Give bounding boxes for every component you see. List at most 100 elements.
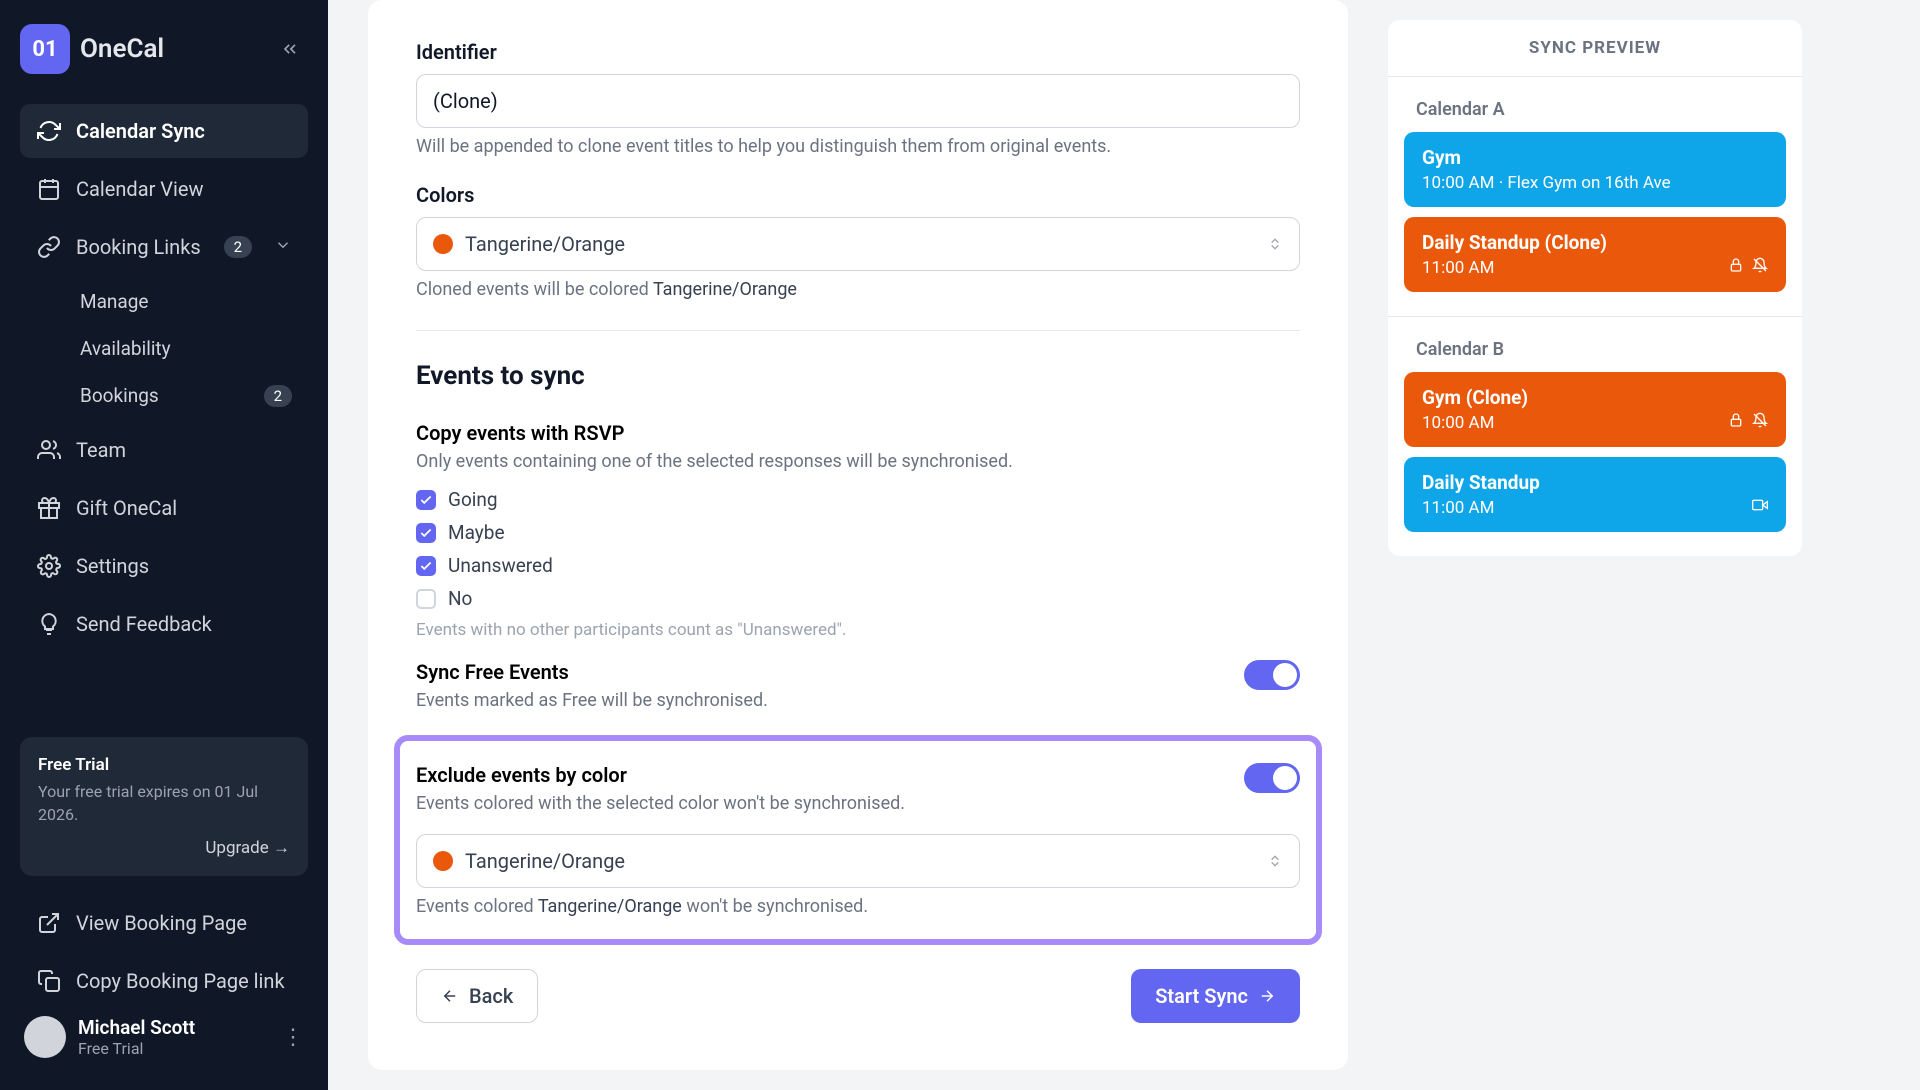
color-dot-icon — [433, 234, 453, 254]
sync-icon — [36, 118, 62, 144]
checkbox-maybe[interactable] — [416, 523, 436, 543]
gear-icon — [36, 553, 62, 579]
event-title: Gym (Clone) — [1422, 386, 1768, 409]
exclude-highlight-box: Exclude events by color Events colored w… — [394, 735, 1322, 945]
sidebar-item-bookings[interactable]: Bookings 2 — [64, 372, 308, 419]
sidebar-item-team[interactable]: Team — [20, 423, 308, 477]
identifier-input[interactable] — [416, 74, 1300, 128]
calendar-b-label: Calendar B — [1404, 331, 1786, 372]
calendar-a-label: Calendar A — [1404, 91, 1786, 132]
sidebar-item-settings[interactable]: Settings — [20, 539, 308, 593]
sidebar-item-calendar-view[interactable]: Calendar View — [20, 162, 308, 216]
app-logo[interactable]: 01 OneCal — [20, 24, 164, 74]
identifier-label: Identifier — [416, 40, 1300, 64]
exclude-color-value: Tangerine/Orange — [465, 849, 625, 873]
checkbox-no[interactable] — [416, 589, 436, 609]
bell-off-icon — [1752, 257, 1768, 278]
sidebar-item-label: Send Feedback — [76, 612, 212, 636]
logo-badge: 01 — [20, 24, 70, 74]
user-row[interactable]: Michael Scott Free Trial ⋮ — [20, 1008, 308, 1066]
sidebar-item-label: Calendar View — [76, 177, 204, 201]
checkbox-label: Maybe — [448, 521, 505, 544]
lightbulb-icon — [36, 611, 62, 637]
identifier-help: Will be appended to clone event titles t… — [416, 136, 1300, 157]
exclude-help: Events colored Tangerine/Orange won't be… — [416, 896, 1300, 917]
copy-icon — [36, 968, 62, 994]
event-time: 10:00 AM — [1422, 413, 1768, 433]
updown-chevron-icon — [1267, 234, 1283, 254]
gift-icon — [36, 495, 62, 521]
sidebar-item-calendar-sync[interactable]: Calendar Sync — [20, 104, 308, 158]
bell-off-icon — [1752, 412, 1768, 433]
exclude-color-select[interactable]: Tangerine/Orange — [416, 834, 1300, 888]
colors-help: Cloned events will be colored Tangerine/… — [416, 279, 1300, 300]
chevron-left-icon — [280, 39, 300, 59]
event-time: 11:00 AM — [1422, 498, 1768, 518]
preview-event: Daily Standup 11:00 AM — [1404, 457, 1786, 532]
sync-free-toggle[interactable] — [1244, 660, 1300, 690]
preview-event: Gym 10:00 AM · Flex Gym on 16th Ave — [1404, 132, 1786, 207]
sidebar-item-gift[interactable]: Gift OneCal — [20, 481, 308, 535]
events-section-title: Events to sync — [416, 361, 1300, 391]
sidebar-item-label: Bookings — [80, 384, 159, 407]
sidebar-item-feedback[interactable]: Send Feedback — [20, 597, 308, 651]
exclude-label: Exclude events by color — [416, 763, 1224, 787]
avatar — [24, 1016, 66, 1058]
preview-event: Gym (Clone) 10:00 AM — [1404, 372, 1786, 447]
start-sync-button[interactable]: Start Sync — [1131, 969, 1300, 1023]
sidebar-collapse-button[interactable] — [272, 31, 308, 67]
sidebar: 01 OneCal Calendar Sync Calendar View Bo… — [0, 0, 328, 1090]
sidebar-item-label: Manage — [80, 290, 149, 313]
sidebar-item-availability[interactable]: Availability — [64, 325, 308, 372]
view-booking-page-link[interactable]: View Booking Page — [20, 896, 308, 950]
sidebar-item-label: Calendar Sync — [76, 119, 205, 143]
updown-chevron-icon — [1267, 851, 1283, 871]
trial-desc: Your free trial expires on 01 Jul 2026. — [38, 781, 290, 826]
sidebar-item-label: Booking Links — [76, 235, 201, 259]
colors-value: Tangerine/Orange — [465, 232, 625, 256]
arrow-left-icon — [441, 987, 459, 1005]
colors-label: Colors — [416, 183, 1300, 207]
colors-select[interactable]: Tangerine/Orange — [416, 217, 1300, 271]
calendar-icon — [36, 176, 62, 202]
lock-icon — [1728, 412, 1744, 433]
copy-booking-link[interactable]: Copy Booking Page link — [20, 954, 308, 1008]
checkbox-label: Going — [448, 488, 498, 511]
sidebar-item-label: Team — [76, 438, 126, 462]
sidebar-item-manage[interactable]: Manage — [64, 278, 308, 325]
sidebar-badge: 2 — [224, 236, 252, 258]
sync-free-label: Sync Free Events — [416, 660, 1224, 684]
checkbox-label: No — [448, 587, 472, 610]
trial-title: Free Trial — [38, 755, 290, 775]
exclude-toggle[interactable] — [1244, 763, 1300, 793]
event-time: 10:00 AM · Flex Gym on 16th Ave — [1422, 173, 1768, 193]
rsvp-desc: Only events containing one of the select… — [416, 451, 1300, 472]
checkbox-going[interactable] — [416, 490, 436, 510]
checkbox-unanswered[interactable] — [416, 556, 436, 576]
user-name: Michael Scott — [78, 1016, 195, 1039]
sidebar-item-booking-links[interactable]: Booking Links 2 — [20, 220, 308, 274]
sync-free-desc: Events marked as Free will be synchronis… — [416, 690, 1224, 711]
lock-icon — [1728, 257, 1744, 278]
user-menu-button[interactable]: ⋮ — [282, 1025, 304, 1050]
event-title: Daily Standup (Clone) — [1422, 231, 1768, 254]
sidebar-item-label: View Booking Page — [76, 911, 247, 935]
event-time: 11:00 AM — [1422, 258, 1768, 278]
exclude-desc: Events colored with the selected color w… — [416, 793, 1224, 814]
sync-preview-card: SYNC PREVIEW Calendar A Gym 10:00 AM · F… — [1388, 20, 1802, 556]
event-title: Gym — [1422, 146, 1768, 169]
logo-text: OneCal — [80, 34, 164, 64]
upgrade-link[interactable]: Upgrade → — [38, 838, 290, 858]
preview-event: Daily Standup (Clone) 11:00 AM — [1404, 217, 1786, 292]
video-icon — [1752, 497, 1768, 518]
sidebar-item-label: Settings — [76, 554, 149, 578]
rsvp-label: Copy events with RSVP — [416, 421, 1300, 445]
link-icon — [36, 234, 62, 260]
sidebar-badge: 2 — [264, 385, 292, 407]
back-button[interactable]: Back — [416, 969, 538, 1023]
content-card: Identifier Will be appended to clone eve… — [368, 0, 1348, 1070]
divider — [416, 330, 1300, 331]
trial-card: Free Trial Your free trial expires on 01… — [20, 737, 308, 876]
checkbox-label: Unanswered — [448, 554, 553, 577]
arrow-right-icon — [1258, 987, 1276, 1005]
